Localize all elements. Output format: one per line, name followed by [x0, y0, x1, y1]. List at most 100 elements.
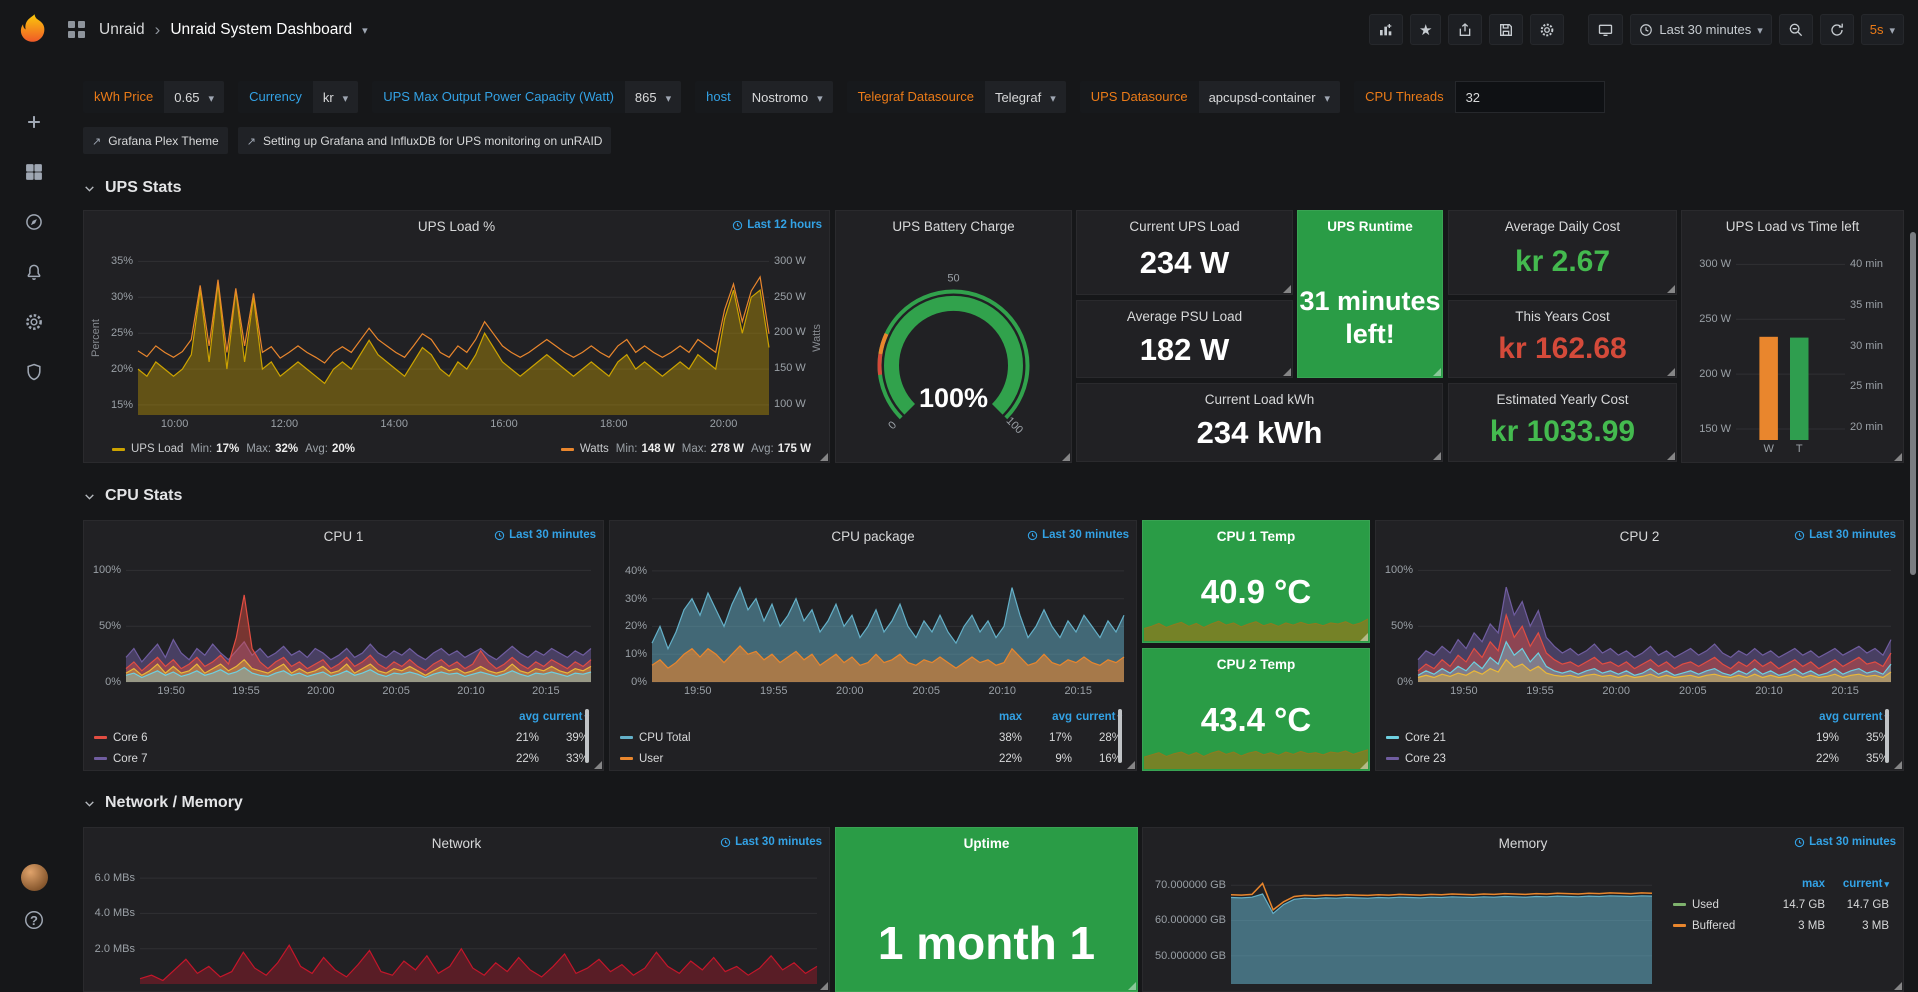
panel-title[interactable]: Current UPS Load: [1129, 219, 1239, 234]
panel-average-daily-cost: Average Daily Cost kr 2.67: [1448, 210, 1677, 295]
template-variable: kWh Price 0.65: [83, 81, 224, 113]
panel-cpu-1: CPU 1 Last 30 minutes 0%50%100%19:5019:5…: [83, 520, 604, 771]
sidebar-item-explore[interactable]: [23, 211, 45, 233]
axis-tick: 50%: [92, 621, 121, 632]
series-swatch: [94, 736, 107, 739]
save-dashboard-button[interactable]: [1489, 14, 1523, 45]
cpu2-chart[interactable]: 0%50%100%19:5019:5520:0020:0520:1020:15: [1384, 553, 1895, 699]
external-link-icon: [92, 134, 101, 148]
star-dashboard-button[interactable]: [1410, 14, 1441, 45]
axis-tick: 30%: [98, 292, 133, 303]
panel-title[interactable]: This Years Cost: [1515, 309, 1610, 324]
share-dashboard-button[interactable]: [1448, 14, 1482, 45]
legend-series-name[interactable]: Core 7: [113, 753, 148, 765]
legend-sort-header[interactable]: avg: [489, 711, 539, 723]
add-panel-button[interactable]: [1369, 14, 1403, 45]
zoom-out-button[interactable]: [1779, 14, 1813, 45]
legend-sort-header[interactable]: current: [1839, 711, 1889, 723]
cpu-threads-input[interactable]: 32: [1455, 81, 1605, 113]
legend-scrollbar[interactable]: [1118, 709, 1122, 763]
apps-grid-icon[interactable]: [68, 21, 85, 38]
panel-title[interactable]: CPU 2 Temp: [1217, 657, 1296, 672]
legend-series-name[interactable]: Core 23: [1405, 753, 1446, 765]
panel-title[interactable]: Current Load kWh: [1205, 392, 1315, 407]
network-chart[interactable]: 2.0 MBs4.0 MBs6.0 MBs: [92, 860, 821, 990]
sidebar-item-create[interactable]: [23, 111, 45, 133]
panel-title[interactable]: Memory: [1499, 836, 1548, 851]
grafana-logo[interactable]: [0, 12, 68, 48]
row-cpu-stats[interactable]: CPU Stats: [83, 484, 182, 508]
dashboard-scrollbar[interactable]: [1910, 232, 1916, 575]
panel-title[interactable]: CPU 1 Temp: [1217, 529, 1296, 544]
legend-sort-header[interactable]: current: [539, 711, 589, 723]
row-ups-stats[interactable]: UPS Stats: [83, 176, 181, 200]
ups-load-chart[interactable]: 15%20%25%30%35%100 W150 W200 W250 W300 W…: [98, 243, 815, 433]
legend-series-name[interactable]: UPS Load: [131, 443, 183, 455]
legend-series-name[interactable]: Core 6: [113, 732, 148, 744]
user-avatar[interactable]: [21, 864, 48, 891]
legend-scrollbar[interactable]: [585, 709, 589, 763]
legend-scrollbar[interactable]: [1885, 709, 1889, 763]
memory-chart[interactable]: 50.000000 GB60.000000 GB70.000000 GB: [1151, 860, 1656, 990]
legend-sort-header[interactable]: max: [972, 711, 1022, 723]
refresh-button[interactable]: [1820, 14, 1854, 45]
sidebar-item-help[interactable]: [23, 909, 45, 931]
panel-title[interactable]: UPS Load %: [418, 219, 495, 234]
dashboard-link[interactable]: Grafana Plex Theme: [83, 127, 228, 154]
dashboard-link[interactable]: Setting up Grafana and InfluxDB for UPS …: [238, 127, 612, 154]
legend-series-name[interactable]: Buffered: [1692, 920, 1735, 932]
battery-gauge[interactable]: 050100: [844, 245, 1063, 464]
dashboard-settings-button[interactable]: [1530, 14, 1564, 45]
stat-value: kr 1033.99: [1449, 415, 1676, 449]
dashboard-title[interactable]: Unraid System Dashboard: [170, 21, 352, 39]
legend-sort-header[interactable]: max: [1761, 878, 1825, 890]
refresh-interval-dropdown[interactable]: 5s: [1861, 14, 1904, 45]
legend-sort-header[interactable]: current: [1825, 878, 1889, 890]
axis-tick: 60.000000 GB: [1151, 915, 1226, 926]
variable-value-dropdown[interactable]: Nostromo: [742, 81, 833, 113]
sidebar-item-server-admin[interactable]: [23, 361, 45, 383]
axis-tick: 10:00: [161, 419, 189, 430]
legend-series-name[interactable]: Watts: [580, 443, 609, 455]
axis-tick: 20 min: [1850, 422, 1883, 433]
panel-title[interactable]: Estimated Yearly Cost: [1496, 392, 1628, 407]
variable-value-dropdown[interactable]: kr: [313, 81, 358, 113]
legend-series-name[interactable]: User: [639, 753, 663, 765]
panel-title[interactable]: Network: [432, 836, 482, 851]
panel-title[interactable]: UPS Battery Charge: [892, 219, 1014, 234]
panel-title[interactable]: Uptime: [964, 836, 1010, 851]
panel-title[interactable]: CPU 1: [324, 529, 364, 544]
panel-title[interactable]: CPU 2: [1620, 529, 1660, 544]
series-swatch: [1673, 903, 1686, 906]
variable-value-dropdown[interactable]: apcupsd-container: [1199, 81, 1341, 113]
legend-sort-header[interactable]: current: [1072, 711, 1122, 723]
cpu1-chart[interactable]: 0%50%100%19:5019:5520:0020:0520:1020:15: [92, 553, 595, 699]
legend-sort-header[interactable]: avg: [1789, 711, 1839, 723]
legend-series-name[interactable]: CPU Total: [639, 732, 691, 744]
panel-title[interactable]: Average PSU Load: [1127, 309, 1242, 324]
variable-value-dropdown[interactable]: 0.65: [164, 81, 224, 113]
panel-title[interactable]: CPU package: [831, 529, 914, 544]
row-network-memory[interactable]: Network / Memory: [83, 791, 243, 815]
axis-tick: T: [1796, 444, 1803, 455]
legend-row: CPU Total 38% 17% 28%: [620, 727, 1122, 748]
sidebar-item-alerting[interactable]: [23, 261, 45, 283]
panel-title[interactable]: UPS Runtime: [1327, 219, 1413, 234]
time-range-picker[interactable]: Last 30 minutes: [1630, 14, 1771, 45]
cycle-view-button[interactable]: [1588, 14, 1623, 45]
sidebar-item-configuration[interactable]: [23, 311, 45, 333]
legend-series-name[interactable]: Core 21: [1405, 732, 1446, 744]
legend-sort-header[interactable]: avg: [1022, 711, 1072, 723]
variable-value-dropdown[interactable]: Telegraf: [985, 81, 1066, 113]
panel-title[interactable]: UPS Load vs Time left: [1726, 219, 1860, 234]
cpu-package-chart[interactable]: 0%10%20%30%40%19:5019:5520:0020:0520:102…: [618, 553, 1128, 699]
ups-vs-time-chart[interactable]: WT150 W200 W250 W300 W20 min25 min30 min…: [1690, 243, 1895, 458]
legend-series-name[interactable]: Used: [1692, 899, 1719, 911]
sidebar-item-dashboards[interactable]: [23, 161, 45, 183]
axis-tick: 20:00: [307, 686, 335, 697]
breadcrumb-app[interactable]: Unraid: [99, 21, 145, 39]
top-nav: Unraid Unraid System Dashboard Last 30 m…: [0, 0, 1918, 59]
legend-row: Buffered 3 MB 3 MB: [1673, 915, 1889, 936]
variable-value-dropdown[interactable]: 865: [625, 81, 681, 113]
panel-title[interactable]: Average Daily Cost: [1505, 219, 1620, 234]
